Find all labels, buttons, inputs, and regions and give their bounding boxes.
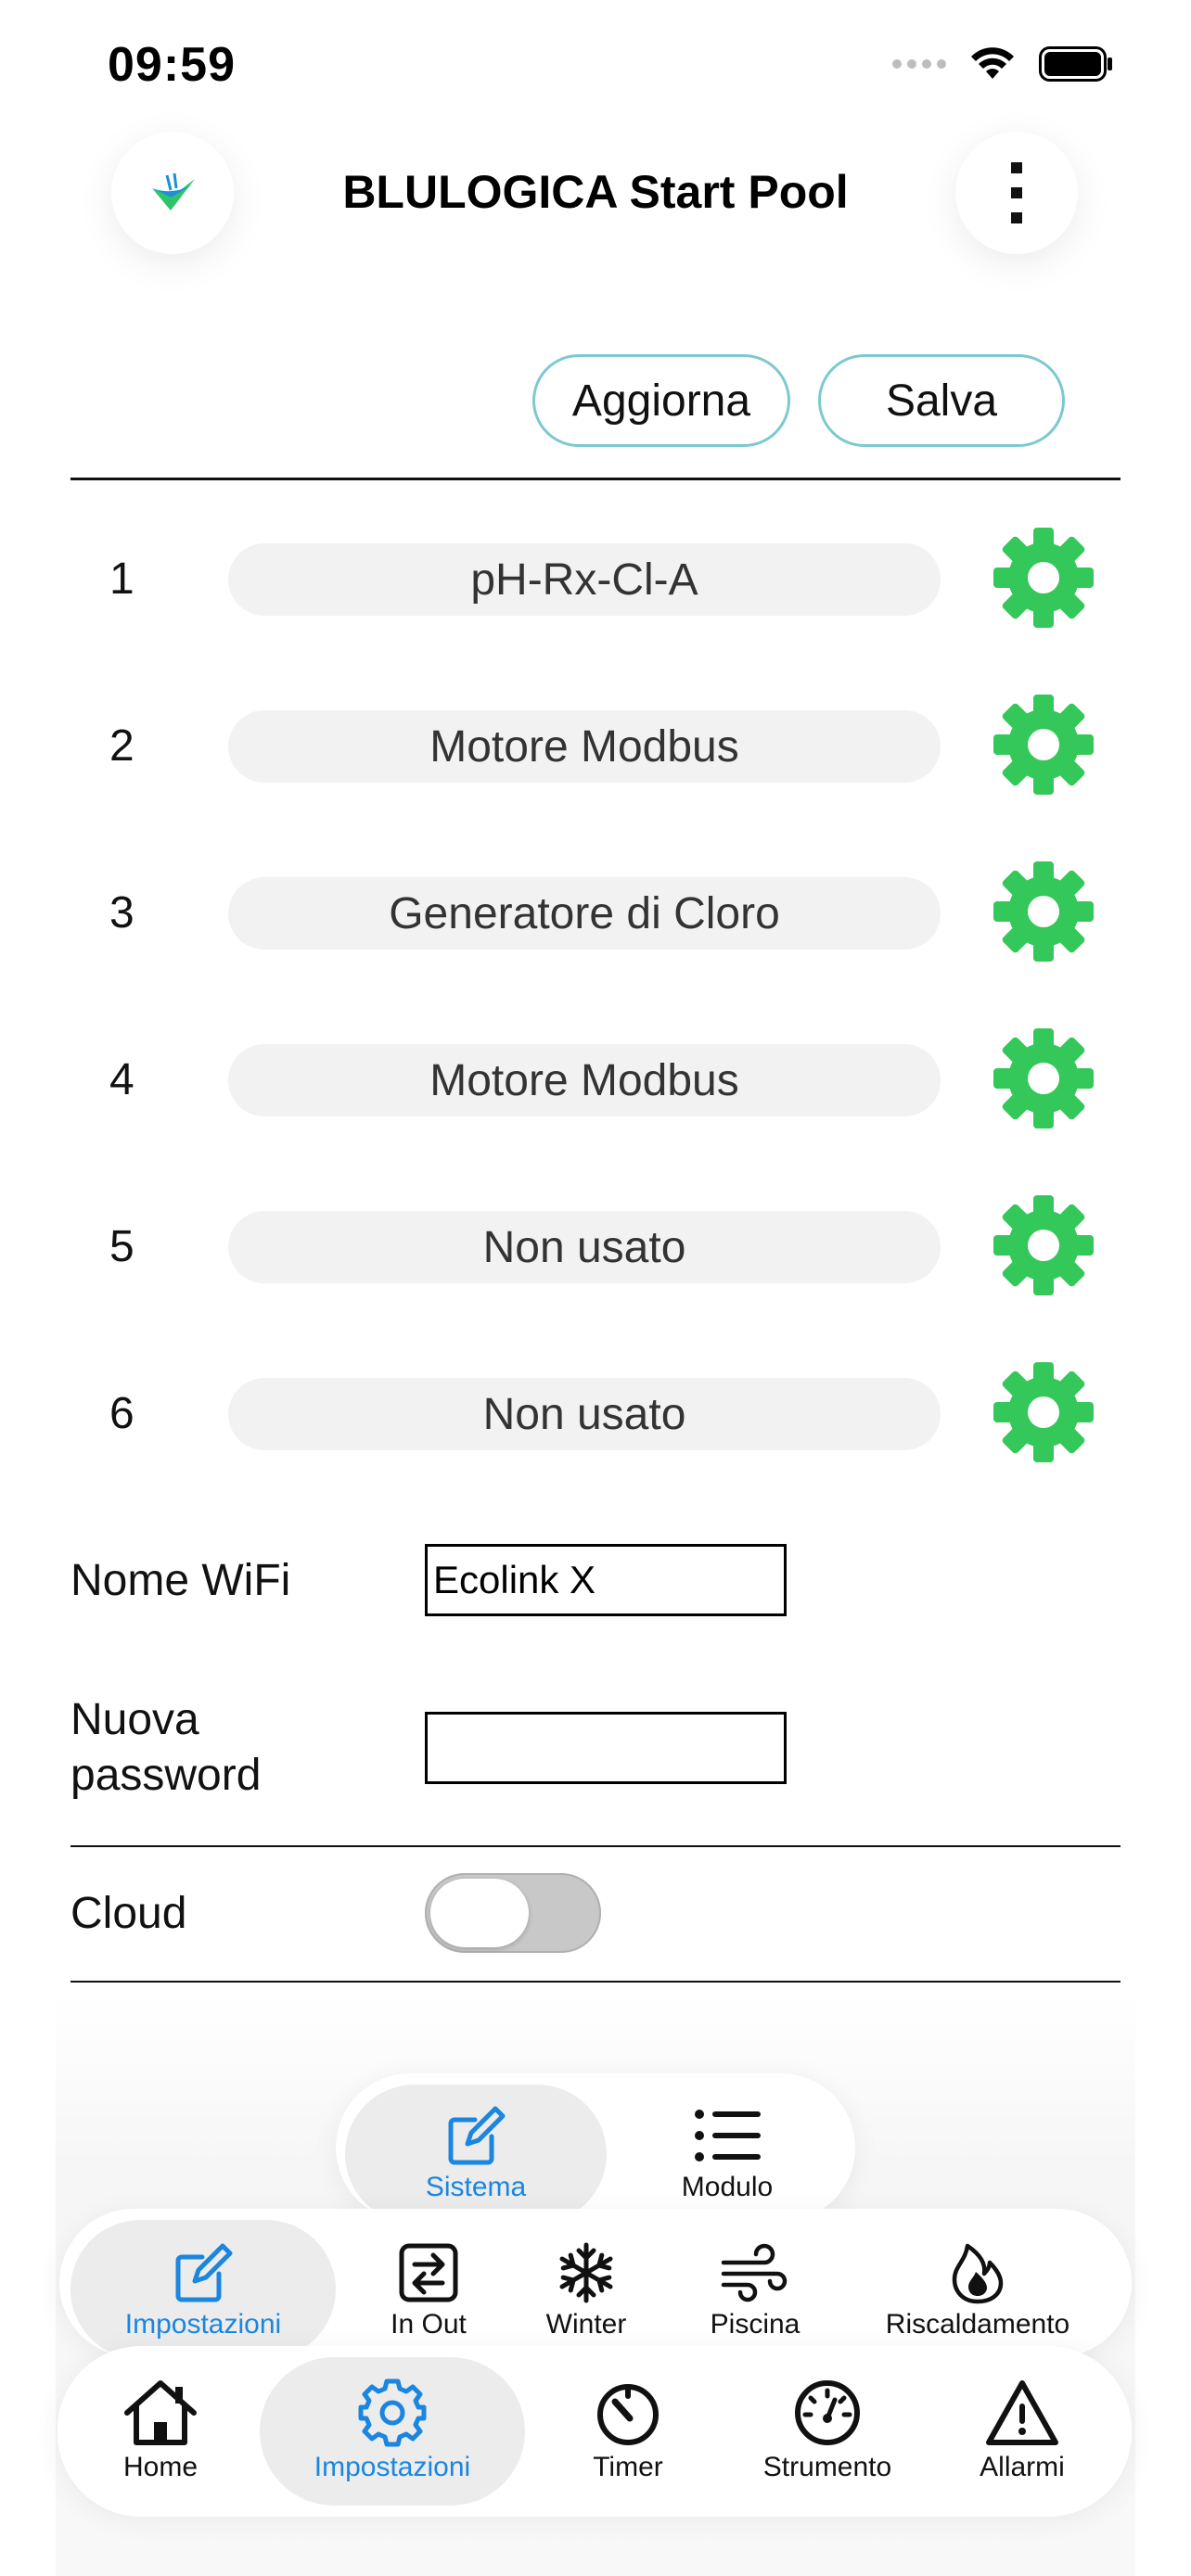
main-tab-label: Allarmi — [980, 2452, 1065, 2482]
module-settings-gear-icon[interactable] — [992, 1361, 1095, 1463]
settings-tab-riscaldamento[interactable]: Riscaldamento — [848, 2240, 1108, 2340]
module-number: 6 — [109, 1389, 134, 1438]
wind-icon — [721, 2243, 788, 2302]
main-tab-impostazioni[interactable]: Impostazioni — [260, 2378, 525, 2483]
settings-tab-in-out[interactable]: In Out — [354, 2240, 503, 2340]
timer-icon — [597, 2384, 659, 2445]
settings-tab-label: Winter — [545, 2309, 627, 2340]
subtab-label: Modulo — [681, 2172, 774, 2202]
module-settings-gear-icon[interactable] — [992, 694, 1095, 796]
module-type-selector[interactable]: Motore Modbus — [228, 710, 941, 783]
settings-tab-piscina[interactable]: Piscina — [681, 2240, 829, 2340]
in-out-icon — [399, 2243, 458, 2302]
divider — [70, 1845, 1121, 1847]
main-tab-label: Impostazioni — [314, 2452, 471, 2482]
module-number: 3 — [109, 888, 134, 937]
more-menu-button[interactable] — [955, 132, 1078, 254]
module-number: 5 — [109, 1222, 134, 1271]
warning-icon — [986, 2380, 1058, 2445]
cloud-toggle[interactable] — [425, 1873, 601, 1953]
subtab-sistema[interactable]: Sistema — [345, 2103, 607, 2203]
main-tab-label: Strumento — [762, 2452, 892, 2482]
main-tab-label: Timer — [593, 2452, 663, 2482]
module-type-selector[interactable]: pH-Rx-Cl-A — [228, 543, 941, 616]
subtab-modulo[interactable]: Modulo — [607, 2103, 848, 2203]
flame-icon — [952, 2243, 1004, 2304]
edit-icon — [448, 2106, 506, 2165]
module-number: 4 — [109, 1055, 134, 1104]
cloud-label: Cloud — [70, 1889, 187, 1938]
new-password-field[interactable] — [425, 1712, 787, 1784]
settings-tab-label: Riscaldamento — [885, 2309, 1070, 2340]
settings-tab-winter[interactable]: Winter — [512, 2240, 660, 2340]
new-password-label-line2: password — [70, 1751, 262, 1800]
settings-tab-label: Piscina — [710, 2309, 800, 2340]
module-number: 1 — [109, 555, 134, 604]
main-tab-strumento[interactable]: Strumento — [725, 2378, 929, 2483]
gear-icon — [358, 2378, 427, 2447]
main-tab-allarmi[interactable]: Allarmi — [939, 2378, 1106, 2483]
more-vertical-icon — [1011, 162, 1022, 223]
snowflake-icon — [559, 2242, 613, 2303]
save-button[interactable]: Salva — [818, 354, 1065, 447]
home-icon — [124, 2380, 197, 2445]
module-settings-gear-icon[interactable] — [992, 1194, 1095, 1296]
refresh-button[interactable]: Aggiorna — [532, 354, 790, 447]
main-tab-label: Home — [122, 2452, 198, 2482]
module-settings-gear-icon[interactable] — [992, 861, 1095, 963]
gauge-icon — [795, 2380, 860, 2445]
cellular-signal-icon — [892, 59, 946, 69]
wifi-name-label: Nome WiFi — [70, 1556, 291, 1605]
status-time: 09:59 — [108, 38, 236, 92]
module-type-selector[interactable]: Non usato — [228, 1211, 941, 1283]
toggle-knob — [430, 1879, 529, 1947]
wifi-icon — [971, 47, 1014, 79]
battery-icon — [1039, 46, 1112, 82]
module-settings-gear-icon[interactable] — [992, 527, 1095, 629]
settings-tab-label: Impostazioni — [124, 2309, 282, 2340]
wifi-name-field[interactable]: Ecolink X — [425, 1544, 787, 1616]
module-type-selector[interactable]: Motore Modbus — [228, 1044, 941, 1116]
module-list: 1 pH-Rx-Cl-A 2 Motore Modbus 3 Generator… — [0, 0, 1191, 1462]
settings-tab-label: In Out — [391, 2309, 467, 2340]
settings-tab-bar: Impostazioni In Out Winter Piscina Risca… — [59, 2209, 1132, 2359]
edit-icon — [175, 2243, 233, 2302]
main-tab-timer[interactable]: Timer — [540, 2378, 716, 2483]
divider — [70, 478, 1121, 480]
divider — [70, 1981, 1121, 1983]
module-settings-gear-icon[interactable] — [992, 1027, 1095, 1129]
module-type-selector[interactable]: Non usato — [228, 1378, 941, 1450]
main-tab-bar: Home Impostazioni Timer Strumento Allarm… — [58, 2346, 1132, 2517]
subtab-label: Sistema — [425, 2172, 527, 2202]
main-tab-home[interactable]: Home — [82, 2378, 239, 2483]
settings-tab-impostazioni[interactable]: Impostazioni — [70, 2240, 336, 2340]
module-type-selector[interactable]: Generatore di Cloro — [228, 877, 941, 950]
status-icons — [892, 46, 1113, 82]
module-number: 2 — [109, 721, 134, 771]
new-password-label-line1: Nuova — [70, 1695, 199, 1744]
list-icon — [695, 2110, 761, 2162]
subtab-bar: Sistema Modulo — [336, 2073, 855, 2224]
